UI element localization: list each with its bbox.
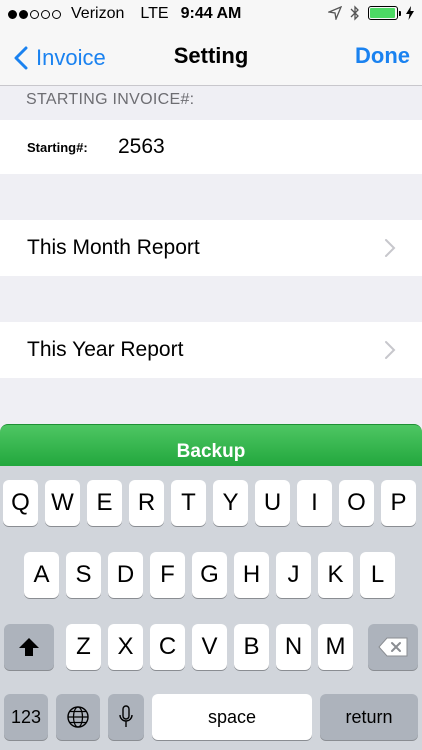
this-month-report-label: This Month Report	[27, 236, 200, 259]
key-p[interactable]: P	[381, 480, 416, 526]
key-v[interactable]: V	[192, 624, 227, 670]
chevron-right-icon	[385, 239, 396, 257]
this-year-report-label: This Year Report	[27, 338, 184, 361]
backup-button[interactable]: Backup	[0, 424, 422, 466]
shift-arrow-icon	[19, 638, 39, 656]
key-s[interactable]: S	[66, 552, 101, 598]
microphone-icon	[119, 705, 133, 727]
key-k[interactable]: K	[318, 552, 353, 598]
key-l[interactable]: L	[360, 552, 395, 598]
location-arrow-icon	[328, 6, 342, 20]
key-f[interactable]: F	[150, 552, 185, 598]
this-year-report-row[interactable]: This Year Report	[0, 322, 422, 378]
key-a[interactable]: A	[24, 552, 59, 598]
key-g[interactable]: G	[192, 552, 227, 598]
chevron-right-icon	[385, 341, 396, 359]
keyboard: QWERTYUIOP ASDFGHJKL ZXCVBNM 123 space r…	[0, 466, 422, 750]
status-right	[328, 5, 414, 21]
key-n[interactable]: N	[276, 624, 311, 670]
key-q[interactable]: Q	[3, 480, 38, 526]
key-z[interactable]: Z	[66, 624, 101, 670]
key-t[interactable]: T	[171, 480, 206, 526]
starting-invoice-cell: Starting#: 2563	[0, 120, 422, 174]
space-key[interactable]: space	[152, 694, 312, 740]
starting-label: Starting#:	[27, 140, 88, 155]
delete-key[interactable]	[368, 624, 418, 670]
shift-key[interactable]	[4, 624, 54, 670]
key-w[interactable]: W	[45, 480, 80, 526]
return-key[interactable]: return	[320, 694, 418, 740]
key-i[interactable]: I	[297, 480, 332, 526]
starting-number-field[interactable]: 2563	[118, 135, 165, 159]
dictation-key[interactable]	[108, 694, 144, 740]
key-c[interactable]: C	[150, 624, 185, 670]
key-h[interactable]: H	[234, 552, 269, 598]
section-header-starting-invoice: STARTING INVOICE#:	[26, 91, 195, 108]
key-r[interactable]: R	[129, 480, 164, 526]
key-x[interactable]: X	[108, 624, 143, 670]
globe-icon	[67, 706, 89, 728]
key-e[interactable]: E	[87, 480, 122, 526]
charging-bolt-icon	[406, 6, 414, 20]
numbers-key[interactable]: 123	[4, 694, 48, 740]
key-u[interactable]: U	[255, 480, 290, 526]
battery-icon	[368, 6, 401, 20]
key-j[interactable]: J	[276, 552, 311, 598]
navigation-bar: Invoice Setting Done	[0, 30, 422, 86]
key-y[interactable]: Y	[213, 480, 248, 526]
done-button[interactable]: Done	[355, 43, 410, 69]
key-d[interactable]: D	[108, 552, 143, 598]
backspace-icon	[378, 637, 408, 657]
bluetooth-icon	[350, 5, 359, 21]
this-month-report-row[interactable]: This Month Report	[0, 220, 422, 276]
globe-key[interactable]	[56, 694, 100, 740]
key-o[interactable]: O	[339, 480, 374, 526]
key-b[interactable]: B	[234, 624, 269, 670]
status-bar: Verizon LTE 9:44 AM	[0, 0, 422, 30]
key-m[interactable]: M	[318, 624, 353, 670]
